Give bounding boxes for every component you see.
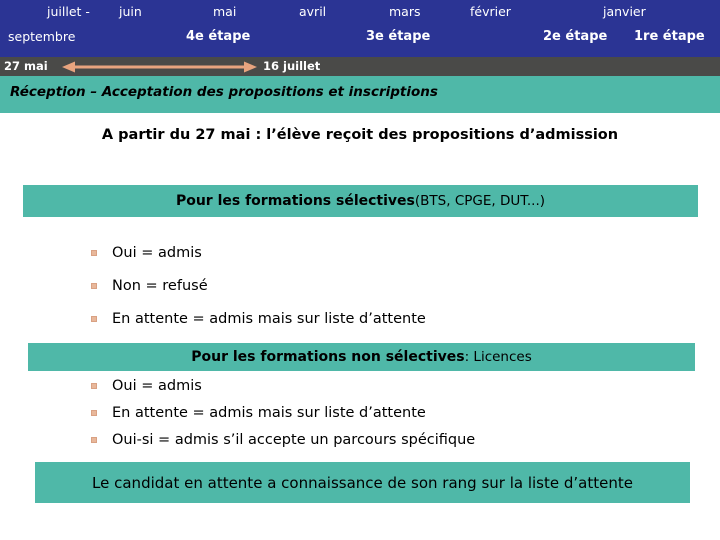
double-arrow-icon (62, 61, 257, 73)
timeline-header: juillet - juin mai avril mars février ja… (0, 0, 720, 57)
timeline-month-mai: mai (213, 4, 237, 19)
square-bullet-icon (91, 315, 97, 322)
list-item: Oui = admis (0, 236, 720, 269)
list-item: En attente = admis mais sur liste d’atte… (0, 302, 720, 335)
nonselective-answers-list: Oui = admis En attente = admis mais sur … (0, 372, 720, 453)
timeline-month-avril: avril (299, 4, 327, 19)
nonselective-formations-banner: Pour les formations non sélectives : Lic… (28, 343, 695, 371)
list-item: Oui-si = admis s’il accepte un parcours … (0, 426, 720, 453)
range-start-date: 27 mai (4, 59, 48, 73)
nonselective-banner-normal: : Licences (464, 349, 532, 365)
selective-answers-list: Oui = admis Non = refusé En attente = ad… (0, 236, 720, 335)
list-item-label: En attente = admis mais sur liste d’atte… (112, 310, 426, 327)
square-bullet-icon (91, 382, 97, 389)
selective-formations-banner: Pour les formations sélectives (BTS, CPG… (23, 185, 698, 217)
list-item-label: Oui = admis (112, 377, 202, 394)
list-item: Oui = admis (0, 372, 720, 399)
timeline-stage-row: septembre 4e étape 3e étape 2e étape 1re… (0, 28, 720, 52)
list-item-label: Oui-si = admis s’il accepte un parcours … (112, 431, 476, 448)
timeline-month-septembre: septembre (8, 29, 76, 44)
timeline-month-fevrier: février (470, 4, 511, 19)
square-bullet-icon (91, 249, 97, 256)
list-item: Non = refusé (0, 269, 720, 302)
timeline-stage-1: 1re étape (634, 29, 705, 44)
timeline-month-juillet: juillet - (47, 4, 90, 19)
square-bullet-icon (91, 436, 97, 443)
list-item-label: Non = refusé (112, 277, 208, 294)
list-item-label: En attente = admis mais sur liste d’atte… (112, 404, 426, 421)
date-range-strip: 27 mai 16 juillet (0, 57, 720, 76)
timeline-month-mars: mars (389, 4, 421, 19)
square-bullet-icon (91, 409, 97, 416)
waiting-list-rank-text: Le candidat en attente a connaissance de… (92, 473, 633, 492)
waiting-list-rank-banner: Le candidat en attente a connaissance de… (35, 462, 690, 503)
reception-band-text: Réception – Acceptation des propositions… (10, 84, 438, 100)
timeline-month-juin: juin (119, 4, 142, 19)
reception-band: Réception – Acceptation des propositions… (0, 76, 720, 113)
intro-sentence: A partir du 27 mai : l’élève reçoit des … (101, 127, 619, 143)
timeline-stage-4: 4e étape (186, 29, 251, 44)
nonselective-banner-strong: Pour les formations non sélectives (191, 349, 465, 365)
list-item-label: Oui = admis (112, 244, 202, 261)
range-end-date: 16 juillet (263, 59, 321, 73)
timeline-month-janvier: janvier (603, 4, 646, 19)
timeline-stage-2: 2e étape (543, 29, 608, 44)
selective-banner-normal: (BTS, CPGE, DUT...) (414, 193, 546, 209)
list-item: En attente = admis mais sur liste d’atte… (0, 399, 720, 426)
timeline-month-row: juillet - juin mai avril mars février ja… (0, 3, 720, 25)
timeline-stage-3: 3e étape (366, 29, 431, 44)
square-bullet-icon (91, 282, 97, 289)
selective-banner-strong: Pour les formations sélectives (175, 193, 415, 209)
